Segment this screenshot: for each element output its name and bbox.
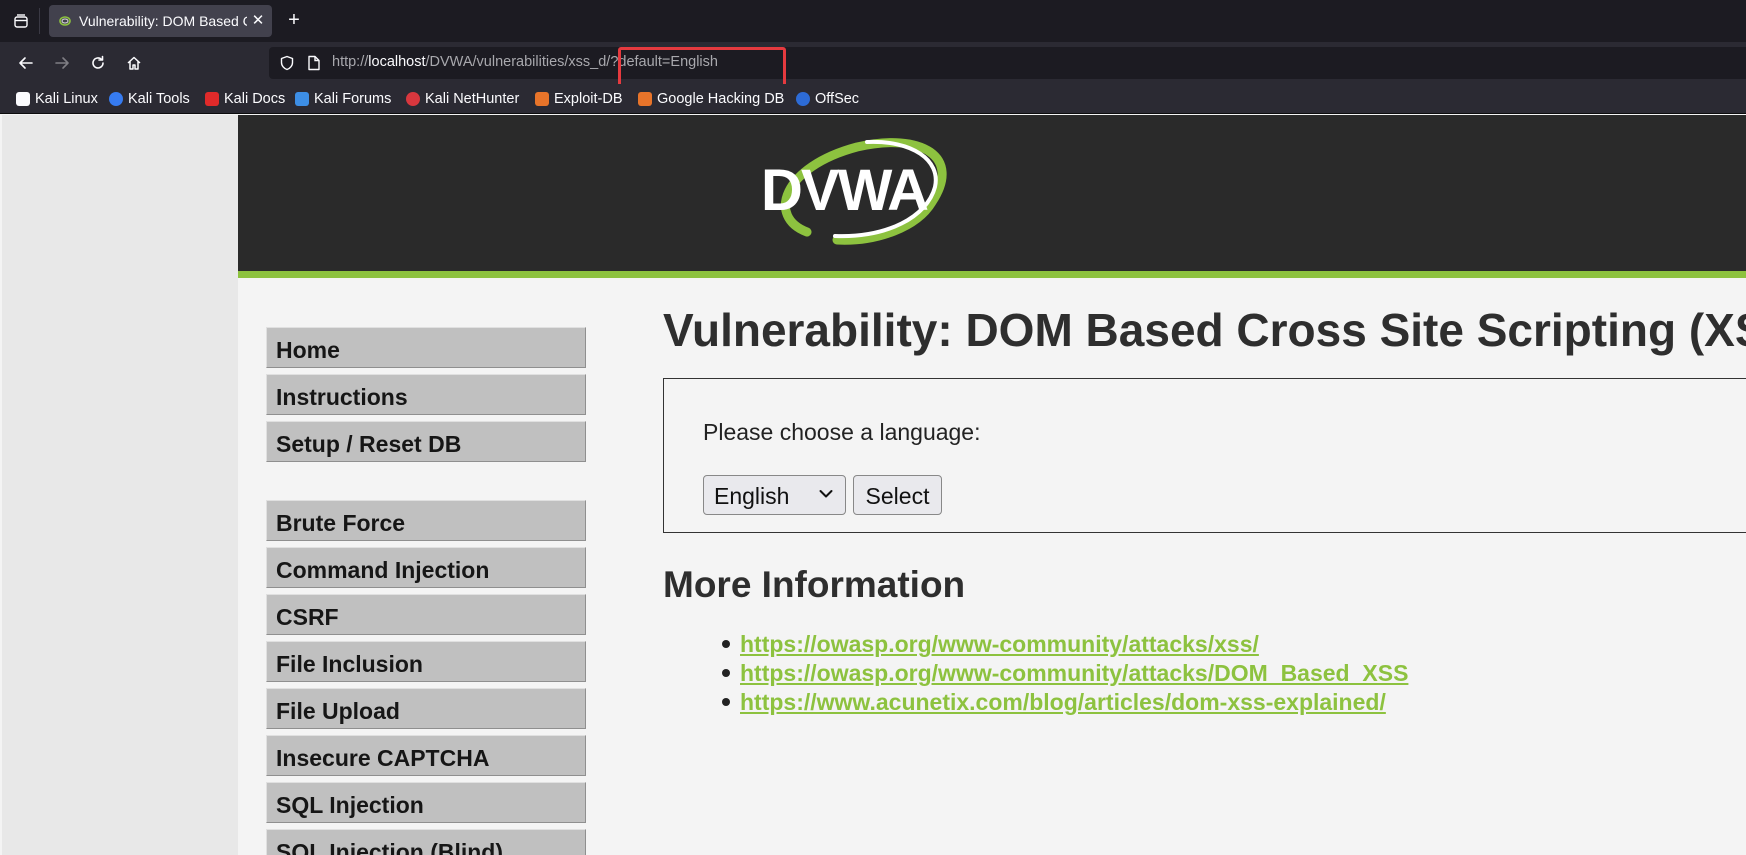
shield-icon[interactable] [279,55,295,71]
url-bar[interactable]: http://localhost/DVWA/vulnerabilities/xs… [269,47,1746,79]
language-select[interactable]: English [703,475,846,515]
bookmark-exploit-db[interactable]: Exploit-DB [535,90,623,108]
page-left-gutter [2,115,238,855]
kali-tools-icon [109,92,123,106]
menu-item-insecure-captcha[interactable]: Insecure CAPTCHA [266,735,586,776]
bookmark-label: Google Hacking DB [657,91,785,107]
forward-button[interactable] [50,51,74,75]
menu-item-command-injection[interactable]: Command Injection [266,547,586,588]
tab-list-icon [14,14,28,28]
select-button[interactable]: Select [853,475,942,515]
url-scheme: http:// [332,54,369,70]
url-highlight-box [618,47,786,89]
select-button-label: Select [865,483,930,509]
bookmark-label: Kali Tools [128,91,190,107]
new-tab-button[interactable]: + [283,8,305,32]
page-info-icon[interactable] [307,55,321,71]
language-form: Please choose a language: English Select [663,378,1746,533]
menu-item-home[interactable]: Home [266,327,586,368]
bookmark-label: Exploit-DB [554,91,623,107]
menu-item-instructions[interactable]: Instructions [266,374,586,415]
header-accent-bar [238,271,1746,278]
bookmark-kali-forums[interactable]: Kali Forums [295,90,391,108]
bullet-icon [722,698,730,706]
menu-item-label: Command Injection [276,557,490,583]
page-title: Vulnerability: DOM Based Cross Site Scri… [663,304,1746,356]
page-content: DVWA Home Instructions Setup / Reset DB … [2,115,1746,855]
bookmarks-toolbar: Kali Linux Kali Tools Kali Docs Kali For… [0,84,1746,114]
menu-item-file-inclusion[interactable]: File Inclusion [266,641,586,682]
bookmark-kali-docs[interactable]: Kali Docs [205,90,285,108]
browser-tab-bar: Vulnerability: DOM Based Cross Site Scri… [0,0,1746,42]
menu-item-label: Home [276,337,340,363]
browser-tab-active[interactable]: Vulnerability: DOM Based Cross Site Scri… [49,5,272,37]
dvwa-logo-text: DVWA [761,158,928,223]
bullet-icon [722,669,730,677]
dvwa-logo: DVWA [761,138,947,245]
nethunter-icon [406,92,420,106]
bookmark-label: Kali Linux [35,91,98,107]
menu-item-label: Instructions [276,384,408,410]
bookmark-google-hacking-db[interactable]: Google Hacking DB [638,90,784,108]
menu-item-file-upload[interactable]: File Upload [266,688,586,729]
kali-dragon-icon [16,92,30,106]
home-icon [127,56,141,70]
exploit-db-icon [535,92,549,106]
tab-close-icon[interactable]: ✕ [249,11,267,31]
menu-item-label: File Inclusion [276,651,423,677]
dvwa-favicon-icon [59,16,71,26]
menu-item-sql-injection-blind[interactable]: SQL Injection (Blind) [266,829,586,855]
browser-nav-bar: http://localhost/DVWA/vulnerabilities/xs… [0,42,1746,84]
kali-forums-icon [295,92,309,106]
menu-item-label: CSRF [276,604,339,630]
offsec-icon [796,92,810,106]
arrow-left-icon [19,57,33,69]
menu-item-setup-reset-db[interactable]: Setup / Reset DB [266,421,586,462]
bookmark-label: Kali Docs [224,91,286,107]
bookmark-kali-linux[interactable]: Kali Linux [16,90,98,108]
bullet-icon [722,640,730,648]
menu-item-label: File Upload [276,698,400,724]
menu-item-label: SQL Injection (Blind) [276,839,504,855]
more-info-heading: More Information [663,564,966,605]
link-acunetix-dom-xss[interactable]: https://www.acunetix.com/blog/articles/d… [740,689,1386,716]
reload-icon [92,55,104,69]
link-owasp-dom-xss[interactable]: https://owasp.org/www-community/attacks/… [740,660,1408,687]
ghdb-icon [638,92,652,106]
bookmark-offsec[interactable]: OffSec [796,90,859,108]
bookmark-label: Kali NetHunter [425,91,520,107]
url-host: localhost [368,54,426,70]
bookmark-kali-nethunter[interactable]: Kali NetHunter [406,90,519,108]
bookmark-kali-tools[interactable]: Kali Tools [109,90,190,108]
reload-button[interactable] [86,51,110,75]
menu-item-sql-injection[interactable]: SQL Injection [266,782,586,823]
bookmark-label: OffSec [815,91,860,107]
link-owasp-xss[interactable]: https://owasp.org/www-community/attacks/… [740,631,1259,658]
kali-docs-icon [205,92,219,106]
chevron-down-icon [819,490,833,498]
tab-list-button[interactable] [8,9,34,33]
menu-item-label: SQL Injection [276,792,424,818]
menu-item-label: Setup / Reset DB [276,431,462,457]
tab-title: Vulnerability: DOM Based Cross Site Scri… [79,13,247,29]
home-button[interactable] [122,51,146,75]
tab-separator [39,8,40,34]
bookmark-label: Kali Forums [314,91,392,107]
back-button[interactable] [14,51,38,75]
menu-item-label: Insecure CAPTCHA [276,745,490,771]
menu-item-label: Brute Force [276,510,406,536]
menu-item-csrf[interactable]: CSRF [266,594,586,635]
url-path: /DVWA/vulnerabilities/xss_ [425,54,599,70]
dvwa-header [238,115,1746,271]
language-prompt: Please choose a language: [703,419,981,445]
menu-item-brute-force[interactable]: Brute Force [266,500,586,541]
arrow-right-icon [55,57,69,69]
language-select-value: English [714,483,790,509]
